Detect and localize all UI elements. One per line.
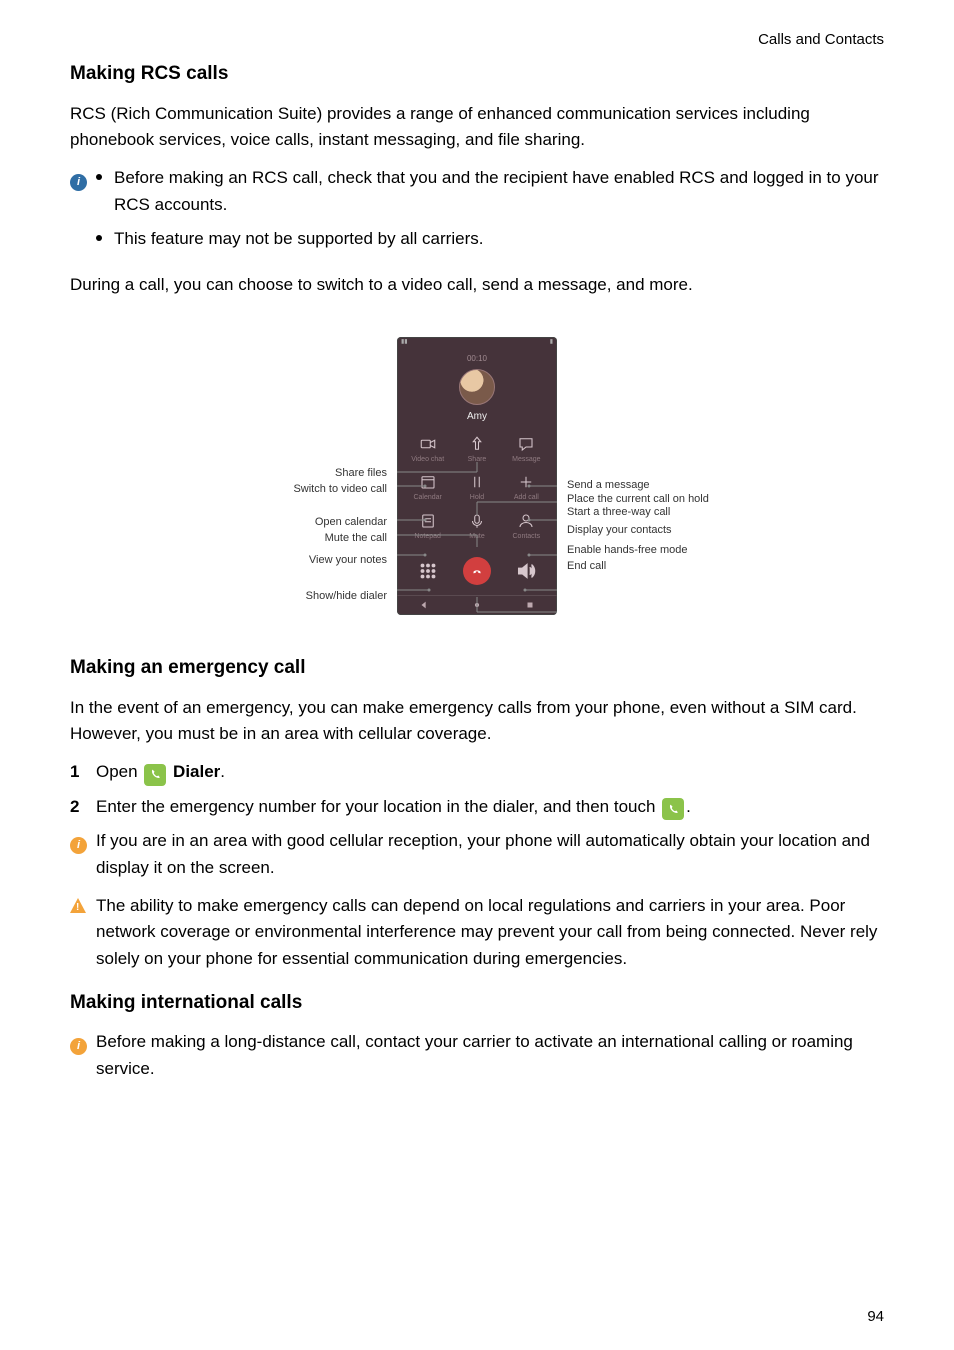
callout-view-notes: View your notes [237,554,387,568]
rcs-info-bullet: Before making an RCS call, check that yo… [96,165,884,218]
dialpad-button[interactable] [417,560,439,582]
callout-hands-free: Enable hands-free mode [567,544,717,558]
call-timer: 00:10 [397,349,557,367]
callout-share-files: Share files [237,467,387,481]
callout-end-call: End call [567,560,717,574]
callout-hold: Place the current call on hold [567,493,717,507]
step-2: 2 Enter the emergency number for your lo… [70,794,884,821]
emergency-note: If you are in an area with good cellular… [96,828,884,881]
share-button[interactable]: Share [452,435,501,466]
message-button[interactable]: Message [502,435,551,466]
heading-rcs: Making RCS calls [70,59,884,88]
heading-intl: Making international calls [70,988,884,1017]
info-icon: i [70,174,87,191]
contacts-button[interactable]: Contacts [502,512,551,543]
page-number: 94 [867,1305,884,1328]
mute-button[interactable]: Mute [452,512,501,543]
calendar-button[interactable]: Calendar [403,473,452,504]
dialer-app-icon [144,764,166,786]
header-section: Calls and Contacts [70,28,884,51]
android-navbar [397,595,557,615]
call-icon [662,798,684,820]
video-chat-button[interactable]: Video chat [403,435,452,466]
call-screen-diagram: Share files Switch to video call Open ca… [70,337,884,615]
warning-icon [70,898,86,913]
callout-three-way: Start a three-way call [567,506,717,520]
emergency-note-block: i If you are in an area with good cellul… [70,828,884,881]
caller-name: Amy [397,409,557,435]
callout-open-calendar: Open calendar [237,516,387,530]
notepad-button[interactable]: Notepad [403,512,452,543]
intl-note: Before making a long-distance call, cont… [96,1029,884,1082]
rcs-info-bullet: This feature may not be supported by all… [96,226,884,252]
rcs-during-call: During a call, you can choose to switch … [70,272,884,298]
speaker-button[interactable] [515,560,537,582]
callout-send-message: Send a message [567,479,717,493]
callout-mute: Mute the call [237,532,387,546]
intl-note-block: i Before making a long-distance call, co… [70,1029,884,1082]
phone-mockup: ▮▮▮ 00:10 Amy Video chat Share [397,337,557,615]
hold-button[interactable]: Hold [452,473,501,504]
end-call-button[interactable] [463,557,491,585]
emergency-warning-block: The ability to make emergency calls can … [70,893,884,972]
callout-switch-video: Switch to video call [237,483,387,497]
callout-display-contacts: Display your contacts [567,524,717,538]
emergency-intro: In the event of an emergency, you can ma… [70,695,884,748]
step-1: 1 Open Dialer. [70,759,884,786]
info-icon: i [70,1038,87,1055]
info-icon: i [70,837,87,854]
rcs-intro: RCS (Rich Communication Suite) provides … [70,101,884,154]
heading-emergency: Making an emergency call [70,653,884,682]
rcs-info-block: i Before making an RCS call, check that … [70,165,884,260]
emergency-warning: The ability to make emergency calls can … [96,893,884,972]
caller-avatar [459,369,495,405]
callout-show-dialer: Show/hide dialer [237,590,387,604]
add-call-button[interactable]: Add call [502,473,551,504]
